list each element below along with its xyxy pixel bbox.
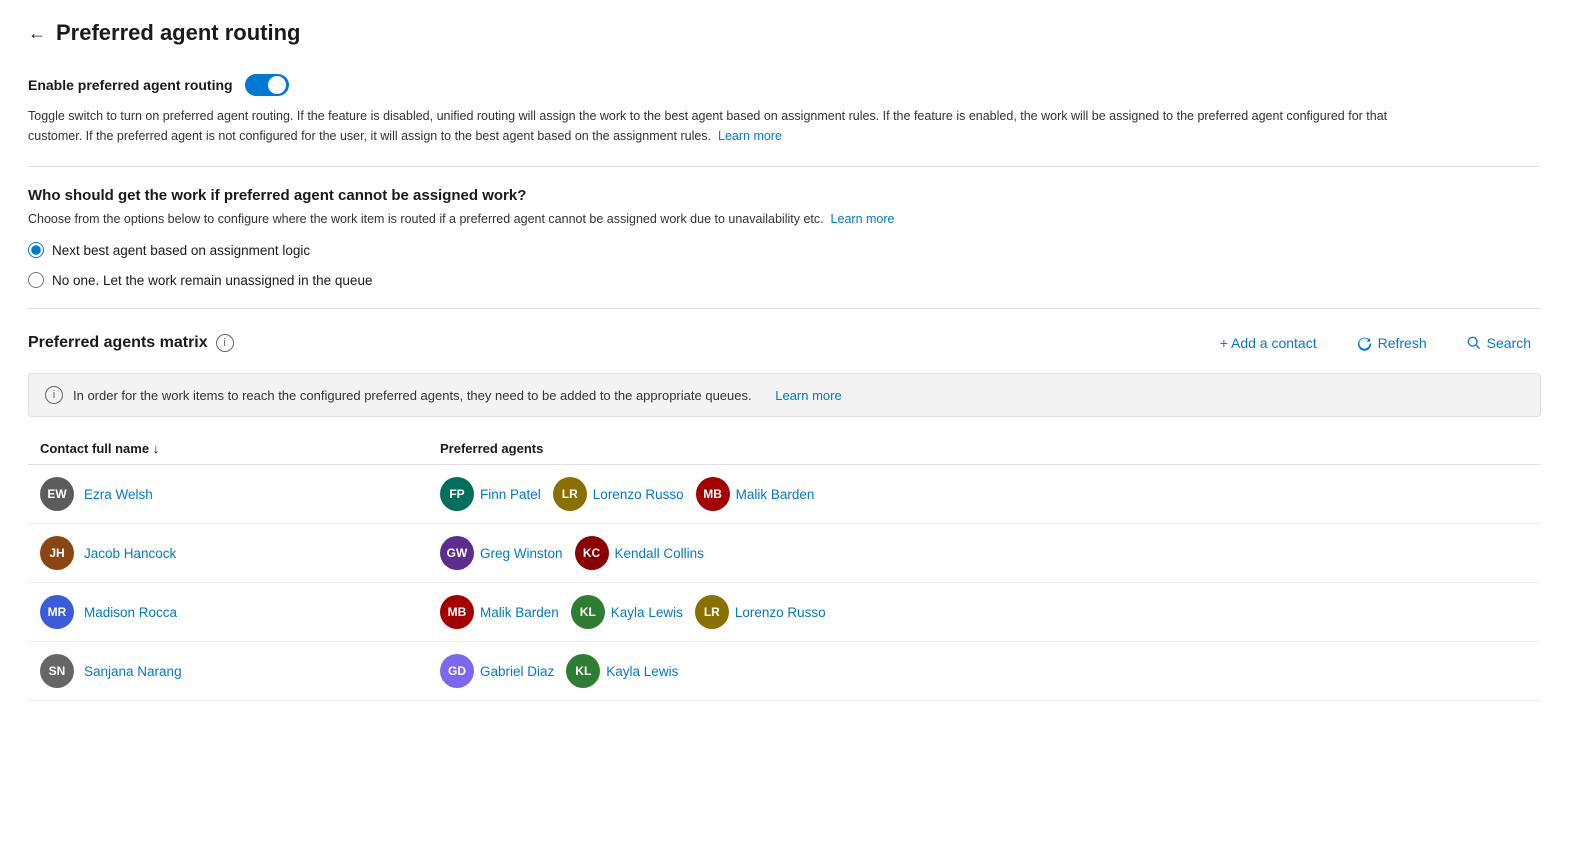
- contact-avatar: JH: [40, 536, 74, 570]
- agents-cell: FP Finn Patel LR Lorenzo Russo MB Malik Barde…: [440, 477, 1529, 511]
- fallback-section: Who should get the work if preferred age…: [28, 187, 1541, 309]
- table-row: SN Sanjana Narang GD Gabriel Diaz KL Kayla Le…: [28, 642, 1541, 701]
- agent-avatar: MB: [440, 595, 474, 629]
- contact-cell: MR Madison Rocca: [40, 595, 440, 629]
- enable-description: Toggle switch to turn on preferred agent…: [28, 106, 1428, 146]
- contact-avatar: MR: [40, 595, 74, 629]
- radio-label-2: No one. Let the work remain unassigned i…: [52, 273, 372, 288]
- fallback-desc-text: Choose from the options below to configu…: [28, 212, 824, 226]
- page-header: ← Preferred agent routing: [28, 20, 1541, 46]
- radio-label-1: Next best agent based on assignment logi…: [52, 243, 310, 258]
- radio-group: Next best agent based on assignment logi…: [28, 242, 1541, 288]
- contact-name[interactable]: Ezra Welsh: [84, 487, 153, 502]
- agent-name[interactable]: Lorenzo Russo: [593, 487, 684, 502]
- agent-avatar: GD: [440, 654, 474, 688]
- refresh-button[interactable]: Refresh: [1347, 329, 1437, 357]
- agent-item: KC Kendall Collins: [575, 536, 704, 570]
- enable-row: Enable preferred agent routing: [28, 74, 1541, 96]
- agent-name[interactable]: Greg Winston: [480, 546, 563, 561]
- agents-cell: GD Gabriel Diaz KL Kayla Lewis: [440, 654, 1529, 688]
- fallback-title: Who should get the work if preferred age…: [28, 187, 1541, 204]
- agent-name[interactable]: Gabriel Diaz: [480, 664, 554, 679]
- agents-cell: GW Greg Winston KC Kendall Collins: [440, 536, 1529, 570]
- radio-input-2[interactable]: [28, 272, 44, 288]
- table-row: JH Jacob Hancock GW Greg Winston KC Kendall C…: [28, 524, 1541, 583]
- notice-learn-more-link[interactable]: Learn more: [775, 388, 841, 403]
- contact-name[interactable]: Sanjana Narang: [84, 664, 182, 679]
- agent-item: KL Kayla Lewis: [571, 595, 683, 629]
- matrix-info-icon[interactable]: i: [216, 334, 234, 352]
- contact-name[interactable]: Madison Rocca: [84, 605, 177, 620]
- table-row: EW Ezra Welsh FP Finn Patel LR Lorenzo Russo M…: [28, 465, 1541, 524]
- enable-section: Enable preferred agent routing Toggle sw…: [28, 74, 1541, 167]
- agent-item: FP Finn Patel: [440, 477, 541, 511]
- col-header-agents: Preferred agents: [440, 441, 1529, 456]
- back-button[interactable]: ←: [28, 23, 46, 44]
- contact-cell: SN Sanjana Narang: [40, 654, 440, 688]
- agent-name[interactable]: Finn Patel: [480, 487, 541, 502]
- radio-input-1[interactable]: [28, 242, 44, 258]
- refresh-icon: [1357, 336, 1372, 351]
- notice-icon: i: [45, 386, 63, 404]
- search-label: Search: [1487, 335, 1531, 351]
- agent-avatar: KC: [575, 536, 609, 570]
- table-body: EWEzra WelshFPFinn PatelLRLorenzo RussoM…: [28, 465, 1541, 701]
- enable-description-text: Toggle switch to turn on preferred agent…: [28, 109, 1387, 143]
- enable-toggle[interactable]: [245, 74, 289, 96]
- table-row: MR Madison Rocca MB Malik Barden KL Kayla Lew…: [28, 583, 1541, 642]
- radio-option-1[interactable]: Next best agent based on assignment logi…: [28, 242, 1541, 258]
- agent-item: LR Lorenzo Russo: [695, 595, 826, 629]
- agent-avatar: MB: [696, 477, 730, 511]
- agent-avatar: LR: [553, 477, 587, 511]
- matrix-title-row: Preferred agents matrix i: [28, 334, 234, 352]
- col-header-contact: Contact full name ↓: [40, 441, 440, 456]
- search-icon: [1467, 336, 1481, 350]
- contact-avatar: EW: [40, 477, 74, 511]
- agent-item: MB Malik Barden: [696, 477, 815, 511]
- notice-text: In order for the work items to reach the…: [73, 388, 752, 403]
- agent-name[interactable]: Kayla Lewis: [611, 605, 683, 620]
- refresh-label: Refresh: [1378, 335, 1427, 351]
- notice-bar: i In order for the work items to reach t…: [28, 373, 1541, 417]
- agent-avatar: FP: [440, 477, 474, 511]
- agents-cell: MB Malik Barden KL Kayla Lewis LR Lorenzo Rus…: [440, 595, 1529, 629]
- agent-item: KL Kayla Lewis: [566, 654, 678, 688]
- agent-name[interactable]: Lorenzo Russo: [735, 605, 826, 620]
- matrix-title: Preferred agents matrix: [28, 334, 208, 352]
- matrix-header: Preferred agents matrix i + Add a contac…: [28, 329, 1541, 357]
- search-button[interactable]: Search: [1457, 329, 1541, 357]
- fallback-learn-more-link[interactable]: Learn more: [831, 212, 895, 226]
- agent-name[interactable]: Malik Barden: [736, 487, 815, 502]
- agent-name[interactable]: Malik Barden: [480, 605, 559, 620]
- agent-item: GW Greg Winston: [440, 536, 563, 570]
- fallback-description: Choose from the options below to configu…: [28, 212, 1541, 226]
- contact-cell: EW Ezra Welsh: [40, 477, 440, 511]
- matrix-actions: + Add a contact Refresh Search: [1210, 329, 1541, 357]
- page-title: Preferred agent routing: [56, 20, 300, 46]
- agents-table: Contact full name ↓ Preferred agents EWE…: [28, 433, 1541, 701]
- enable-label: Enable preferred agent routing: [28, 77, 233, 93]
- contact-avatar: SN: [40, 654, 74, 688]
- agent-item: MB Malik Barden: [440, 595, 559, 629]
- enable-learn-more-link[interactable]: Learn more: [718, 129, 782, 143]
- radio-option-2[interactable]: No one. Let the work remain unassigned i…: [28, 272, 1541, 288]
- agent-name[interactable]: Kayla Lewis: [606, 664, 678, 679]
- contact-name[interactable]: Jacob Hancock: [84, 546, 176, 561]
- contact-cell: JH Jacob Hancock: [40, 536, 440, 570]
- agent-avatar: LR: [695, 595, 729, 629]
- agent-avatar: KL: [566, 654, 600, 688]
- agent-avatar: KL: [571, 595, 605, 629]
- table-header: Contact full name ↓ Preferred agents: [28, 433, 1541, 465]
- agent-name[interactable]: Kendall Collins: [615, 546, 704, 561]
- matrix-section: Preferred agents matrix i + Add a contac…: [28, 329, 1541, 701]
- agent-item: GD Gabriel Diaz: [440, 654, 554, 688]
- add-contact-button[interactable]: + Add a contact: [1210, 329, 1327, 357]
- agent-avatar: GW: [440, 536, 474, 570]
- agent-item: LR Lorenzo Russo: [553, 477, 684, 511]
